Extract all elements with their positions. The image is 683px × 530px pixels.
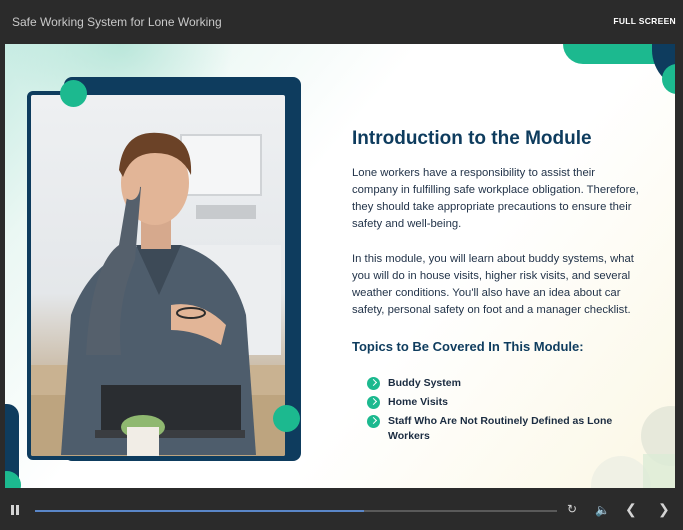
- decorative-dot: [60, 80, 87, 107]
- topic-label: Buddy System: [388, 377, 461, 389]
- pause-icon[interactable]: [11, 505, 20, 515]
- topic-label: Staff Who Are Not Routinely Defined as L…: [388, 415, 613, 442]
- replay-icon[interactable]: ↻: [567, 502, 577, 516]
- module-overview-paragraph: In this module, you will learn about bud…: [352, 253, 634, 316]
- slide-content: Introduction to the Module Lone workers …: [5, 44, 675, 488]
- chevron-left-icon[interactable]: ❮: [625, 501, 637, 518]
- progress-fill: [35, 510, 364, 512]
- topic-item: Home Visits: [367, 395, 627, 410]
- topic-label: Home Visits: [388, 396, 448, 408]
- photo-illustration: [31, 132, 285, 456]
- decorative-dot: [273, 405, 300, 432]
- topic-item: Staff Who Are Not Routinely Defined as L…: [367, 414, 627, 444]
- slide-heading: Introduction to the Module: [352, 128, 592, 149]
- decorative-shape: [643, 454, 675, 488]
- check-circle-icon: [367, 396, 380, 409]
- stressed-worker-photo: [27, 91, 289, 460]
- chevron-right-icon[interactable]: ❯: [658, 501, 670, 518]
- top-bar: Safe Working System for Lone Working FUL…: [0, 0, 683, 44]
- volume-icon[interactable]: 🔈: [595, 503, 610, 517]
- course-title: Safe Working System for Lone Working: [12, 15, 222, 29]
- check-circle-icon: [367, 415, 380, 428]
- topics-heading: Topics to Be Covered In This Module:: [352, 339, 584, 354]
- full-screen-button[interactable]: FULL SCREEN: [613, 16, 676, 26]
- topics-list: Buddy System Home Visits Staff Who Are N…: [367, 376, 627, 448]
- intro-paragraph: Lone workers have a responsibility to as…: [352, 167, 639, 230]
- check-circle-icon: [367, 377, 380, 390]
- player-controls: ↻ 🔈 ❮ ❯: [0, 488, 683, 530]
- topic-item: Buddy System: [367, 376, 627, 391]
- decorative-shape: [591, 456, 651, 488]
- progress-bar[interactable]: [35, 510, 557, 512]
